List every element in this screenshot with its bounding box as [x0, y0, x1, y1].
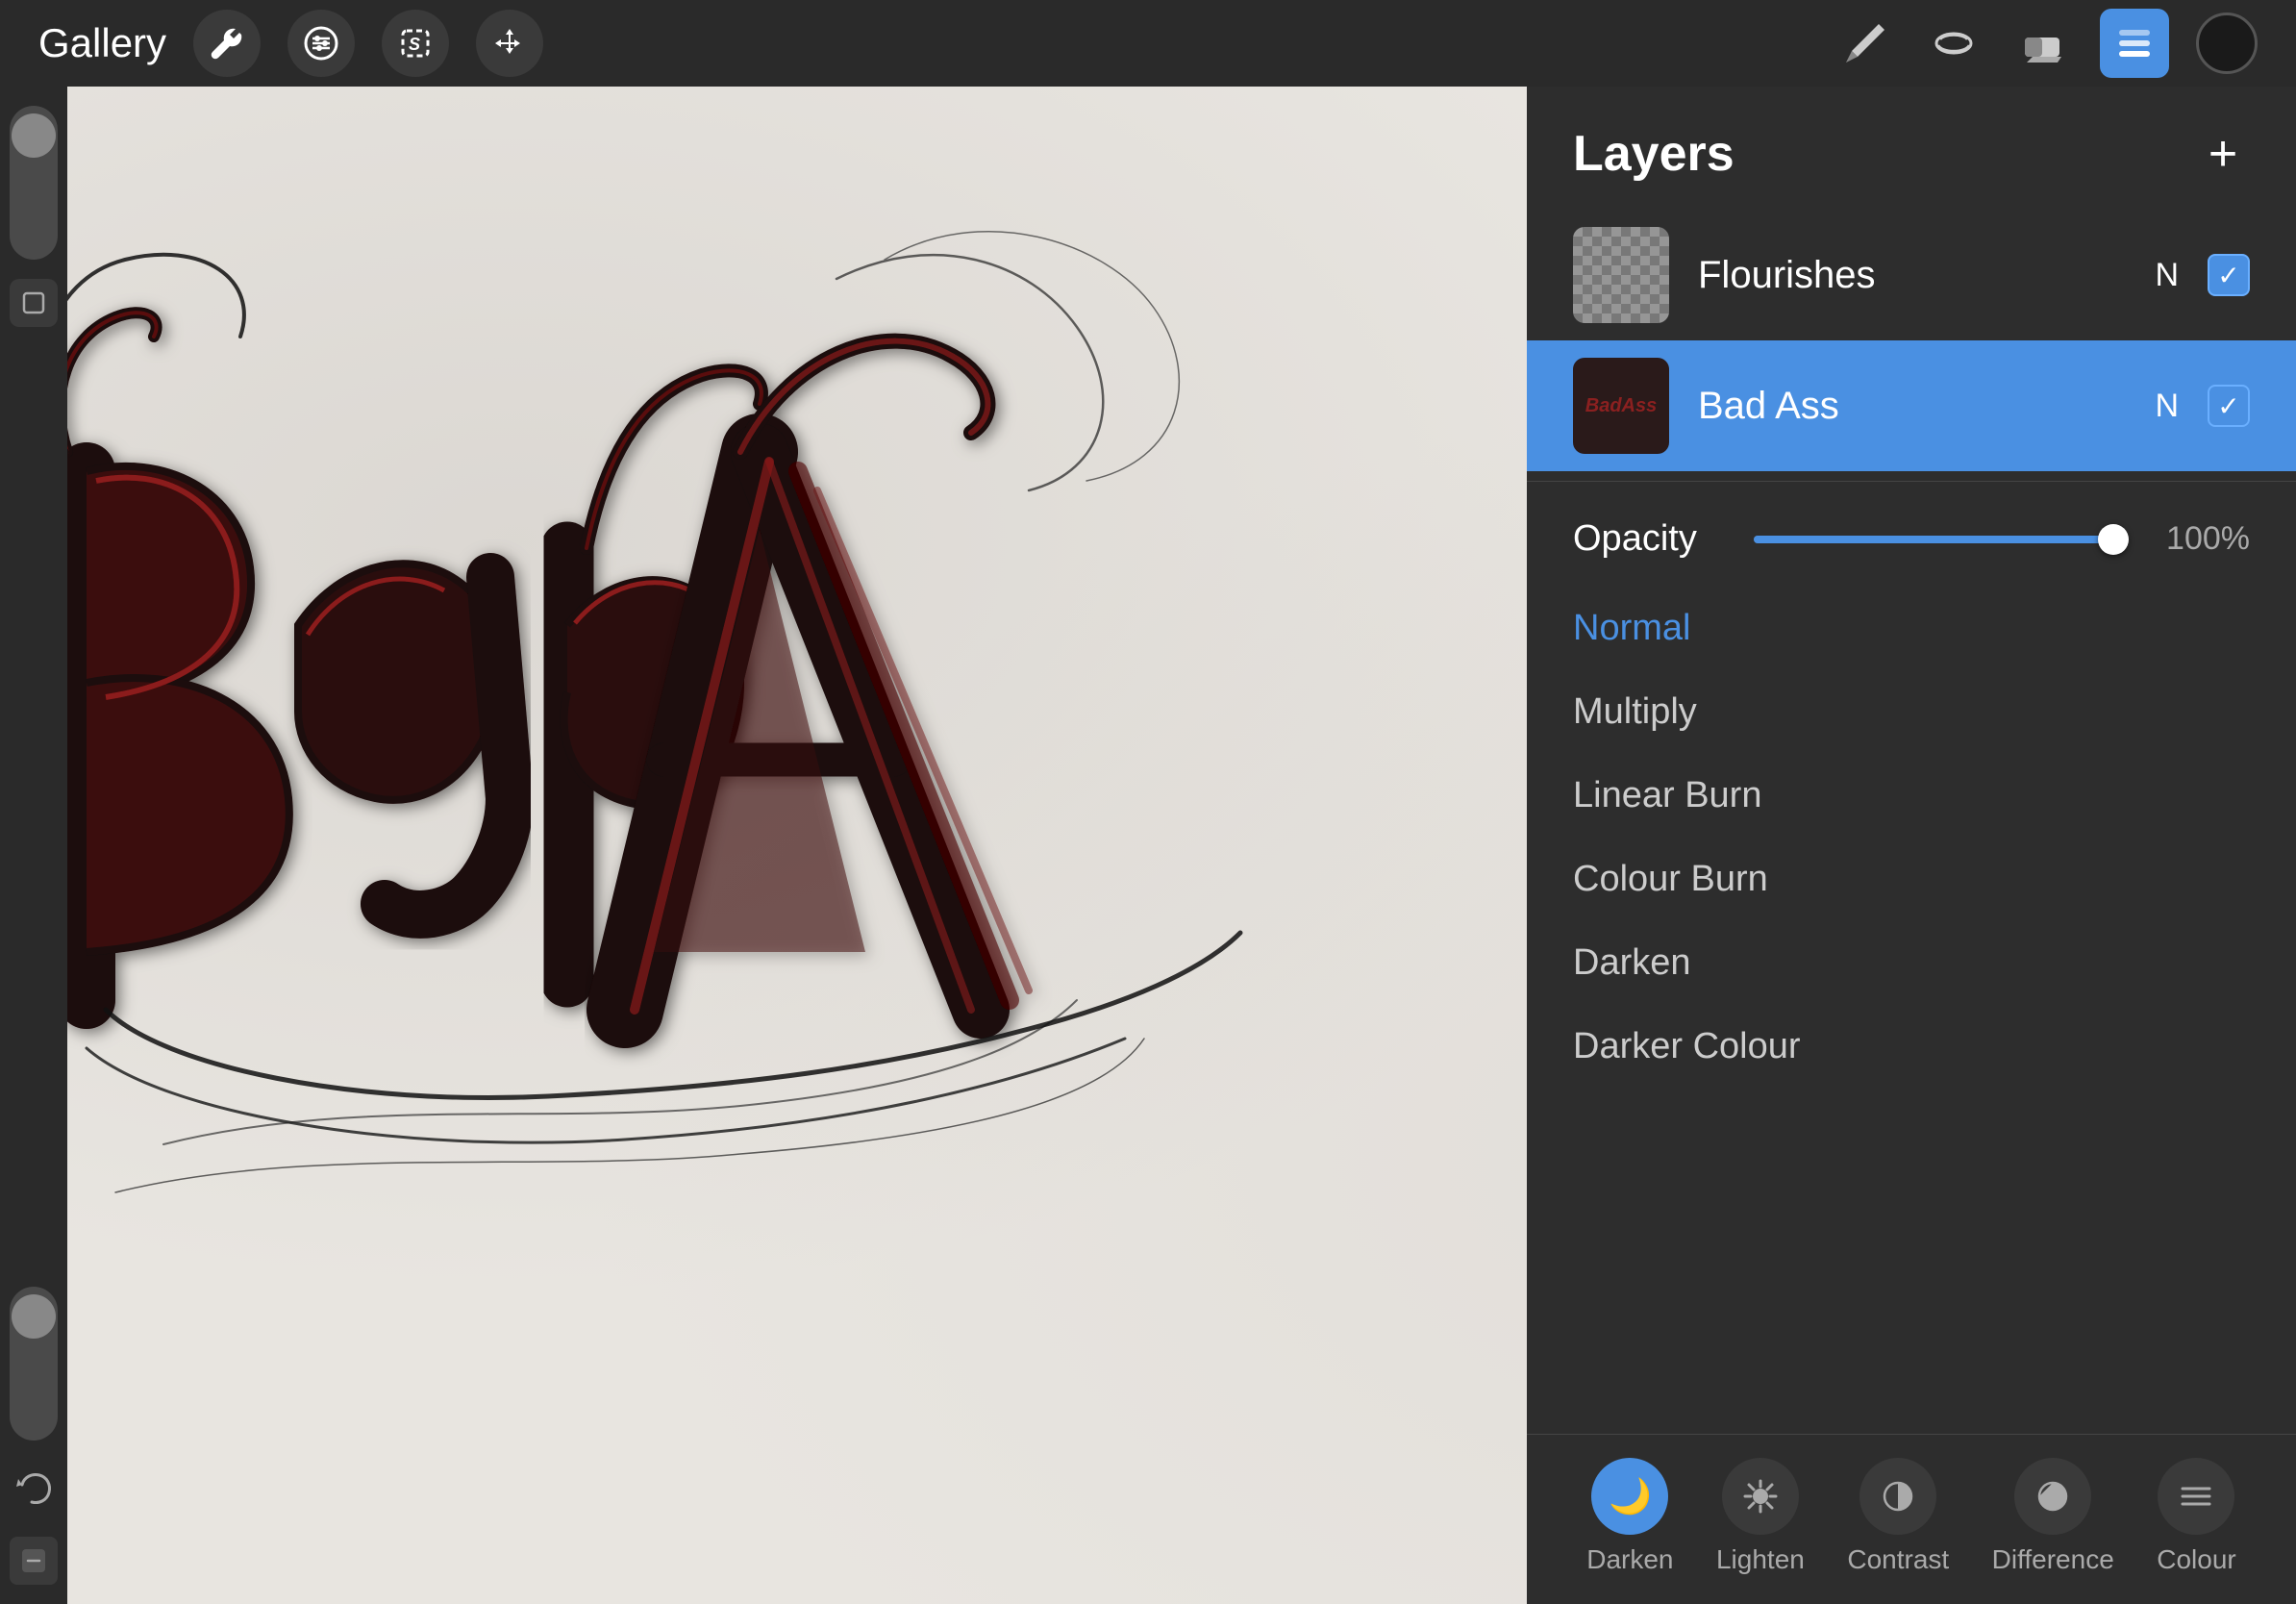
- contrast-category-label: Contrast: [1847, 1544, 1949, 1575]
- undo-button[interactable]: [5, 1460, 62, 1517]
- square-icon: [20, 289, 47, 316]
- eraser-tool-button[interactable]: [2011, 13, 2073, 74]
- layers-title: Layers: [1573, 125, 1734, 183]
- left-sidebar: [0, 87, 67, 1604]
- layers-header: Layers +: [1527, 87, 2296, 210]
- brush-size-slider[interactable]: [10, 106, 58, 260]
- toolbar-left: Gallery S: [38, 10, 543, 77]
- wrench-icon: [209, 25, 245, 62]
- wrench-button[interactable]: [193, 10, 261, 77]
- bad-ass-layer-name: Bad Ass: [1698, 385, 2126, 428]
- layers-icon: [2113, 22, 2156, 64]
- flourishes-visibility-toggle[interactable]: ✓: [2208, 254, 2250, 296]
- adjust-icon: [303, 25, 339, 62]
- blend-mode-linear-burn[interactable]: Linear Burn: [1527, 754, 2296, 838]
- opacity-slider[interactable]: [1754, 536, 2127, 543]
- selection-icon: S: [397, 25, 434, 62]
- blend-mode-list: Normal Multiply Linear Burn Colour Burn …: [1527, 587, 2296, 1434]
- blend-mode-multiply[interactable]: Multiply: [1527, 670, 2296, 754]
- bad-ass-blend-mode: N: [2155, 388, 2179, 425]
- colour-category-icon: [2158, 1458, 2234, 1535]
- svg-text:S: S: [409, 35, 420, 54]
- lighten-category-label: Lighten: [1716, 1544, 1805, 1575]
- undo-icon: [11, 1466, 57, 1512]
- transform-button[interactable]: [476, 10, 543, 77]
- flourishes-layer-item[interactable]: Flourishes N ✓: [1527, 210, 2296, 340]
- toolbar-right: [1834, 9, 2258, 78]
- bad-ass-layer-thumb: BadAss: [1573, 358, 1669, 454]
- right-panel: Layers + Flourishes N ✓ BadAss Bad Ass N…: [1527, 87, 2296, 1604]
- opacity-value: 100%: [2154, 520, 2250, 558]
- colour-category-label: Colour: [2157, 1544, 2235, 1575]
- blend-mode-darken[interactable]: Darken: [1527, 921, 2296, 1005]
- smudge-icon: [1931, 20, 1977, 66]
- selection-button[interactable]: S: [382, 10, 449, 77]
- brush-icon: [1842, 20, 1888, 66]
- clear-icon: [20, 1547, 47, 1574]
- darken-category-label: Darken: [1586, 1544, 1673, 1575]
- darken-category-icon: 🌙: [1591, 1458, 1668, 1535]
- brush-opacity-thumb: [12, 1294, 56, 1339]
- brush-tool-button[interactable]: [1834, 13, 1896, 74]
- difference-category-icon: [2014, 1458, 2091, 1535]
- blend-bottom-icons: 🌙 Darken Lighten: [1527, 1434, 2296, 1604]
- calligraphy-artwork: [67, 87, 1510, 1433]
- adjust-button[interactable]: [287, 10, 355, 77]
- opacity-slider-fill: [1754, 536, 2127, 543]
- opacity-label: Opacity: [1573, 518, 1727, 560]
- opacity-section: Opacity 100%: [1527, 491, 2296, 587]
- opacity-slider-thumb: [2098, 524, 2129, 555]
- blend-mode-darker-colour[interactable]: Darker Colour: [1527, 1005, 2296, 1089]
- contrast-category-icon: [1859, 1458, 1936, 1535]
- clear-button[interactable]: [10, 1537, 58, 1585]
- difference-category-label: Difference: [1992, 1544, 2114, 1575]
- gallery-button[interactable]: Gallery: [38, 20, 166, 66]
- panel-divider-1: [1527, 481, 2296, 482]
- flourishes-blend-mode: N: [2155, 257, 2179, 294]
- add-layer-button[interactable]: +: [2196, 127, 2250, 181]
- bad-ass-layer-item[interactable]: BadAss Bad Ass N ✓: [1527, 340, 2296, 471]
- difference-blend-category[interactable]: Difference: [1992, 1458, 2114, 1575]
- flourishes-layer-thumb: [1573, 227, 1669, 323]
- contrast-blend-category[interactable]: Contrast: [1847, 1458, 1949, 1575]
- blend-mode-normal[interactable]: Normal: [1527, 587, 2296, 670]
- flourishes-layer-name: Flourishes: [1698, 254, 2126, 297]
- colour-blend-category[interactable]: Colour: [2157, 1458, 2235, 1575]
- blend-mode-colour-burn[interactable]: Colour Burn: [1527, 838, 2296, 921]
- darken-blend-category[interactable]: 🌙 Darken: [1586, 1458, 1673, 1575]
- sidebar-square-btn[interactable]: [10, 279, 58, 327]
- brush-opacity-slider[interactable]: [10, 1287, 58, 1441]
- top-toolbar: Gallery S: [0, 0, 2296, 87]
- color-picker-circle[interactable]: [2196, 13, 2258, 74]
- eraser-icon: [2019, 20, 2065, 66]
- transform-icon: [491, 25, 528, 62]
- smudge-tool-button[interactable]: [1923, 13, 1984, 74]
- lighten-category-icon: [1722, 1458, 1799, 1535]
- layers-button[interactable]: [2100, 9, 2169, 78]
- bad-ass-visibility-toggle[interactable]: ✓: [2208, 385, 2250, 427]
- brush-size-thumb: [12, 113, 56, 158]
- lighten-blend-category[interactable]: Lighten: [1716, 1458, 1805, 1575]
